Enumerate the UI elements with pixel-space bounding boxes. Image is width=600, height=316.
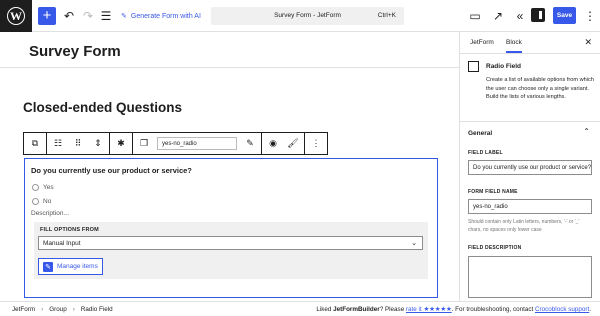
document-title: Survey Form - JetForm: [274, 12, 341, 19]
preview-icon[interactable]: ▭: [467, 8, 483, 24]
more-options-icon[interactable]: ⋮: [309, 137, 323, 151]
chevron-up-icon[interactable]: ⌃: [583, 127, 590, 136]
breadcrumb-separator-icon: ›: [41, 306, 44, 313]
radio-field-block[interactable]: Do you currently use our product or serv…: [24, 158, 438, 298]
breadcrumb-separator-icon: ›: [72, 306, 75, 313]
more-options-group: ⋮: [304, 132, 328, 155]
generate-ai-button[interactable]: ✎ Generate Form with AI: [121, 8, 201, 24]
group-parent-icon[interactable]: ⧉: [28, 137, 42, 151]
manage-items-button[interactable]: ✎ Manage items: [38, 258, 103, 275]
radio-option-label: Yes: [43, 183, 54, 191]
chevron-down-icon: ⌄: [411, 240, 417, 247]
required-asterisk-icon[interactable]: ✱: [114, 137, 128, 151]
block-type-group: ☷ ⠿ ⇕: [46, 132, 110, 155]
wordpress-logo[interactable]: W: [0, 0, 32, 32]
visibility-group: ◉ 🖌: [261, 132, 305, 155]
radio-option[interactable]: No: [32, 196, 51, 206]
view-post-icon[interactable]: ↗: [490, 8, 506, 24]
radio-field-icon: [468, 61, 479, 72]
block-card-description: Create a list of available options from …: [486, 77, 594, 100]
rate-link[interactable]: rate it ★★★★★: [406, 306, 452, 313]
drag-handle-icon[interactable]: ⠿: [71, 137, 85, 151]
form-field-name-heading: FORM FIELD NAME: [468, 189, 518, 195]
breadcrumb-item[interactable]: Group: [49, 306, 67, 313]
parent-select-group: ⧉: [23, 132, 47, 155]
support-link[interactable]: Crocoblock support: [535, 306, 589, 313]
fill-options-panel: FILL OPTIONS FROM Manual Input ⌄ ✎ Manag…: [34, 222, 428, 279]
fill-options-label: FILL OPTIONS FROM: [40, 227, 99, 233]
general-section-title[interactable]: General: [468, 130, 492, 137]
field-label-input[interactable]: Do you currently use our product or serv…: [468, 160, 592, 175]
settings-sidebar-toggle[interactable]: [531, 8, 545, 22]
save-button[interactable]: Save: [553, 7, 576, 24]
breadcrumb: JetForm › Group › Radio Field: [12, 306, 113, 313]
breadcrumb-item[interactable]: JetForm: [12, 306, 35, 313]
section-heading[interactable]: Closed-ended Questions: [23, 100, 182, 115]
radio-block-icon[interactable]: ☷: [51, 137, 65, 151]
notice-end: .: [589, 306, 591, 313]
sidebar-tabs: JetForm Block ✕: [460, 32, 600, 54]
editor-canvas: Survey Form Closed-ended Questions ⧉ ☷ ⠿…: [0, 32, 459, 301]
settings-sidebar: JetForm Block ✕ Radio Field Create a lis…: [459, 32, 600, 301]
form-field-name-input[interactable]: yes-no_radio: [468, 199, 592, 214]
footer-notice: Liked JetFormBuilder? Please rate it ★★★…: [316, 306, 591, 313]
block-card-title: Radio Field: [486, 63, 522, 70]
title-area: Survey Form: [0, 32, 459, 68]
wrench-icon: ✎: [43, 261, 53, 272]
radio-circle-icon: [32, 183, 39, 191]
document-overview-icon[interactable]: ☰: [98, 8, 114, 24]
fill-options-select[interactable]: Manual Input ⌄: [38, 236, 423, 250]
notice-trouble: . For troubleshooting, contact: [451, 306, 535, 313]
status-footer: JetForm › Group › Radio Field Liked JetF…: [0, 301, 600, 316]
notice-mid: ? Please: [379, 306, 406, 313]
radio-field-label[interactable]: Do you currently use our product or serv…: [31, 166, 192, 175]
radio-option[interactable]: Yes: [32, 182, 54, 192]
wordpress-icon: W: [7, 7, 25, 25]
field-description-heading: FIELD DESCRIPTION: [468, 245, 522, 251]
required-group: ✱: [109, 132, 133, 155]
radio-circle-icon: [32, 197, 39, 205]
command-shortcut: Ctrl+K: [377, 12, 396, 19]
eye-icon[interactable]: ◉: [266, 137, 280, 151]
breadcrumb-item[interactable]: Radio Field: [81, 306, 113, 313]
description-placeholder[interactable]: Description...: [31, 210, 69, 217]
field-label-heading: FIELD LABEL: [468, 150, 503, 156]
fill-options-value: Manual Input: [43, 239, 81, 247]
page-title[interactable]: Survey Form: [29, 43, 121, 60]
tab-jetform[interactable]: JetForm: [470, 39, 494, 46]
field-name-input[interactable]: yes-no_radio: [157, 137, 237, 150]
add-block-button[interactable]: +: [38, 7, 56, 25]
generate-ai-label: Generate Form with AI: [130, 12, 201, 20]
notice-brand: JetFormBuilder: [333, 306, 380, 313]
manage-items-label: Manage items: [57, 263, 98, 270]
name-group: ❐ yes-no_radio ✎: [132, 132, 262, 155]
options-menu-icon[interactable]: ⋮: [582, 8, 598, 24]
copy-name-icon[interactable]: ❐: [137, 137, 151, 151]
style-brush-icon[interactable]: 🖌: [286, 137, 300, 151]
tab-block[interactable]: Block: [506, 39, 522, 53]
block-toolbar: ⧉ ☷ ⠿ ⇕ ✱ ❐ yes-no_radio ✎ ◉ 🖌 ⋮: [23, 132, 358, 155]
move-up-down-icon[interactable]: ⇕: [91, 137, 105, 151]
edit-name-icon[interactable]: ✎: [243, 137, 257, 151]
block-card: Radio Field Create a list of available o…: [460, 54, 600, 122]
document-bar[interactable]: Survey Form - JetForm Ctrl+K: [211, 7, 404, 25]
field-description-input[interactable]: [468, 256, 592, 298]
redo-icon[interactable]: ↷: [80, 8, 96, 24]
undo-icon[interactable]: ↶: [61, 8, 77, 24]
notice-prefix: Liked: [316, 306, 334, 313]
collapse-icon[interactable]: «: [512, 8, 528, 24]
field-name-help: Should contain only Latin letters, numbe…: [468, 219, 580, 233]
radio-option-label: No: [43, 197, 52, 205]
top-toolbar: W + ↶ ↷ ☰ ✎ Generate Form with AI Survey…: [0, 0, 600, 32]
magic-wand-icon: ✎: [121, 13, 127, 20]
close-icon[interactable]: ✕: [584, 37, 592, 48]
